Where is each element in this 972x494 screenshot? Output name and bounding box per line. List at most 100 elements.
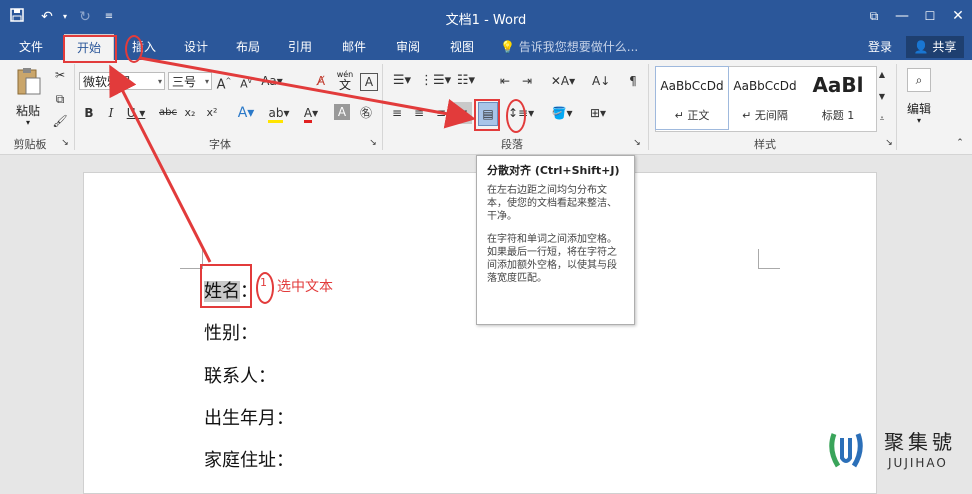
sort-icon[interactable]: A↓ <box>592 70 610 92</box>
dialog-launcher-icon[interactable]: ↘ <box>884 136 894 150</box>
text-effects-icon[interactable]: A▾ <box>234 102 258 124</box>
font-size-combo[interactable]: 三号 ▾ <box>168 72 212 90</box>
show-marks-icon[interactable]: ¶ <box>624 70 642 92</box>
change-case-icon[interactable]: Aa▾ <box>260 70 284 92</box>
maximize-button[interactable]: ☐ <box>916 4 944 28</box>
collapse-ribbon-icon[interactable]: ⌃ <box>954 136 966 150</box>
chevron-down-icon: ▾ <box>25 118 30 127</box>
style-no-spacing[interactable]: AaBbCcDd ↵ 无间隔 <box>729 67 801 129</box>
font-name-combo[interactable]: 微软雅黑 ▾ <box>79 72 165 90</box>
styles-gallery: AaBbCcDd ↵ 正文 AaBbCcDd ↵ 无间隔 AaBl 标题 1 <box>655 66 877 132</box>
tab-references[interactable]: 引用 <box>280 34 320 60</box>
enclose-characters-icon[interactable]: ㊔ <box>356 102 376 124</box>
logo-text-cn: 聚集號 <box>884 430 956 454</box>
text-line-gender[interactable]: 性别： <box>204 319 258 345</box>
superscript-icon[interactable]: x² <box>204 102 220 124</box>
chevron-down-icon: ▾ <box>916 116 921 125</box>
bold-icon[interactable]: B <box>82 102 96 124</box>
text-line-birth[interactable]: 出生年月： <box>204 404 294 430</box>
italic-icon[interactable]: I <box>104 102 118 124</box>
tab-mailings[interactable]: 邮件 <box>334 34 374 60</box>
text-line-contact[interactable]: 联系人： <box>204 362 276 388</box>
minimize-button[interactable]: — <box>888 4 916 28</box>
borders-icon[interactable]: ⊞▾ <box>584 102 612 124</box>
annotation-box-distributed <box>474 99 500 131</box>
tell-me-text: 告诉我您想要做什么... <box>518 40 639 54</box>
style-heading-1[interactable]: AaBl 标题 1 <box>802 67 874 129</box>
multilevel-list-icon[interactable]: ☷▾ <box>452 70 480 92</box>
highlight-color-icon[interactable]: ab▾ <box>266 102 292 124</box>
close-button[interactable]: ✕ <box>944 4 972 28</box>
shading-icon[interactable]: 🪣▾ <box>548 102 576 124</box>
phonetic-guide-char: 文 <box>338 78 351 92</box>
lightbulb-icon: 💡 <box>500 40 515 54</box>
font-group-label: 字体 <box>209 138 231 151</box>
grow-font-icon[interactable]: A^ <box>216 70 232 92</box>
copy-icon[interactable]: ⧉ <box>50 88 70 110</box>
text-line-address[interactable]: 家庭住址： <box>204 446 294 472</box>
phonetic-guide-icon[interactable]: wén 文 <box>336 70 354 94</box>
tab-review[interactable]: 审阅 <box>388 34 428 60</box>
dialog-launcher-icon[interactable]: ↘ <box>368 136 378 150</box>
shrink-font-icon[interactable]: Av <box>238 70 254 92</box>
chinese-layout-icon[interactable]: ✕A▾ <box>550 70 576 92</box>
align-right-icon[interactable]: ≡ <box>432 102 450 124</box>
cut-icon[interactable]: ✂ <box>50 64 70 86</box>
group-separator <box>74 64 75 150</box>
editing-button[interactable]: ⌕ 编辑 ▾ <box>902 66 936 132</box>
align-left-icon[interactable]: ≡ <box>388 102 406 124</box>
underline-icon[interactable]: U ▾ <box>124 102 148 124</box>
dialog-launcher-icon[interactable]: ↘ <box>60 136 70 150</box>
group-separator <box>896 64 897 150</box>
ribbon-display-icon[interactable]: ⧉ <box>860 4 888 28</box>
annotation-circle-step-2 <box>125 35 143 63</box>
group-separator <box>382 64 383 150</box>
annotation-box-home-tab <box>63 35 117 63</box>
increase-indent-icon[interactable]: ⇥ <box>518 70 536 92</box>
font-color-icon[interactable]: A▾ <box>298 102 324 124</box>
search-icon: ⌕ <box>907 68 931 92</box>
chevron-down-icon: ▾ <box>157 77 162 86</box>
title-bar: ↶ ▾ ↻ ≡ 文档1 - Word ⧉ — ☐ ✕ <box>0 0 972 34</box>
bullets-icon[interactable]: ☰▾ <box>388 70 416 92</box>
justify-icon[interactable]: ≡ <box>454 102 472 124</box>
subscript-icon[interactable]: x₂ <box>182 102 198 124</box>
align-center-icon[interactable]: ≡ <box>410 102 428 124</box>
font-name-value: 微软雅黑 <box>83 75 132 89</box>
clear-formatting-icon[interactable]: A̸ <box>312 70 330 92</box>
login-link[interactable]: 登录 <box>868 34 892 60</box>
paste-button[interactable]: 粘贴 ▾ <box>10 66 46 130</box>
tooltip-title: 分散对齐 (Ctrl+Shift+J) <box>487 164 620 177</box>
logo-text-en: JUJIHAO <box>888 456 948 470</box>
character-border-icon[interactable]: A <box>360 73 378 91</box>
font-size-value: 三号 <box>172 75 197 89</box>
styles-group-label: 样式 <box>754 138 776 151</box>
crop-mark <box>758 268 780 269</box>
strikethrough-icon[interactable]: abc <box>158 102 178 124</box>
style-name: ↵ 正文 <box>674 109 710 122</box>
share-button[interactable]: 👤 共享 <box>906 36 964 58</box>
distributed-tooltip: 分散对齐 (Ctrl+Shift+J) 在左右边距之间均匀分布文本，使您的文档看… <box>476 155 635 325</box>
ribbon-tabs: 文件 开始 插入 设计 布局 引用 邮件 审阅 视图 💡 告诉我您想要做什么..… <box>0 34 972 61</box>
decrease-indent-icon[interactable]: ⇤ <box>496 70 514 92</box>
dialog-launcher-icon[interactable]: ↘ <box>632 136 642 150</box>
scroll-up-icon[interactable]: ▲ <box>876 68 888 82</box>
tell-me-box[interactable]: 💡 告诉我您想要做什么... <box>500 34 638 60</box>
character-shading-icon[interactable]: A <box>334 104 350 120</box>
crop-mark <box>180 268 202 269</box>
tab-design[interactable]: 设计 <box>176 34 216 60</box>
share-label: 共享 <box>932 40 957 54</box>
numbering-icon[interactable]: ⋮☰▾ <box>420 70 451 92</box>
style-sample: AaBbCcDd <box>733 79 797 93</box>
gallery-more-icon[interactable]: ⩡ <box>876 112 888 126</box>
chevron-down-icon: ▾ <box>204 77 209 86</box>
scroll-down-icon[interactable]: ▼ <box>876 90 888 104</box>
style-normal[interactable]: AaBbCcDd ↵ 正文 <box>655 66 729 130</box>
tab-view[interactable]: 视图 <box>442 34 482 60</box>
tab-file[interactable]: 文件 <box>8 34 54 60</box>
crop-mark <box>758 249 759 269</box>
style-sample: AaBl <box>812 73 864 97</box>
style-name: ↵ 无间隔 <box>742 109 788 122</box>
format-painter-icon[interactable]: 🖌 <box>50 110 70 132</box>
tab-layout[interactable]: 布局 <box>228 34 268 60</box>
